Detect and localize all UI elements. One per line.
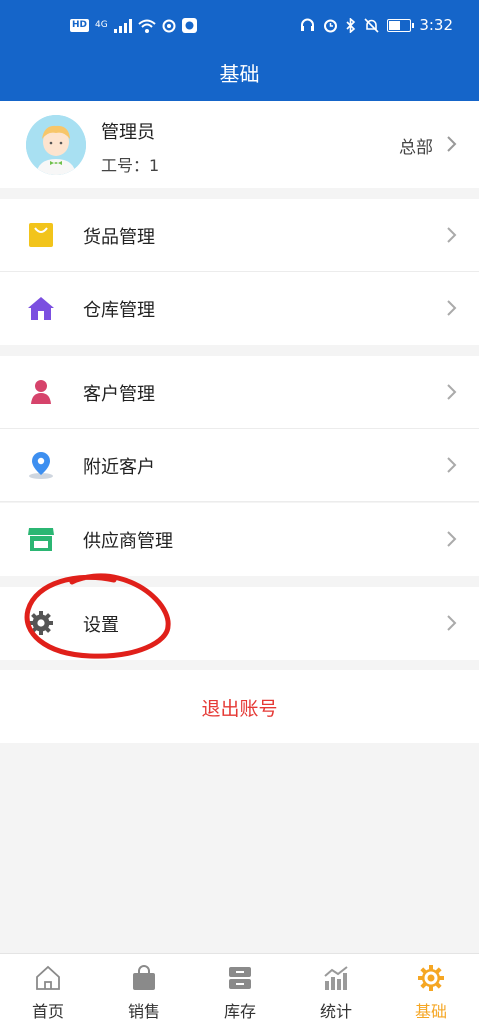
location-pin-icon [29, 452, 53, 479]
chevron-right-icon [447, 457, 457, 473]
chevron-right-icon [447, 531, 457, 547]
tab-statistics[interactable]: 统计 [288, 954, 384, 1025]
profile-name: 管理员 [101, 122, 155, 143]
menu-item-label: 客户管理 [83, 384, 155, 405]
person-icon [31, 380, 51, 404]
app-header: HD 4G 3:32 基础 [0, 0, 479, 101]
chevron-right-icon [447, 615, 457, 631]
wifi-icon [138, 19, 156, 33]
chart-icon [324, 966, 348, 990]
bottom-tab-bar: 首页 销售 库存 统计 基础 [0, 953, 479, 1025]
chevron-right-icon [447, 227, 457, 243]
headphones-icon [301, 18, 315, 31]
tab-label: 统计 [319, 1002, 352, 1021]
avatar [26, 115, 86, 175]
signal-icon [113, 18, 132, 33]
tab-label: 基础 [414, 1002, 447, 1021]
menu-item-label: 供应商管理 [83, 531, 173, 552]
menu-item-goods[interactable]: 货品管理 [0, 199, 479, 272]
menu-item-label: 仓库管理 [83, 300, 155, 321]
home-icon [36, 965, 60, 990]
tab-sales[interactable]: 销售 [96, 954, 192, 1025]
tab-home[interactable]: 首页 [0, 954, 96, 1025]
page-title: 基础 [219, 62, 260, 86]
menu-item-label: 货品管理 [83, 227, 155, 248]
clock: 3:32 [419, 16, 453, 34]
inventory-icon [229, 967, 251, 989]
network-type: 4G [95, 20, 108, 30]
battery-icon [387, 18, 415, 32]
mute-icon [364, 17, 379, 33]
tab-label: 销售 [127, 1002, 160, 1021]
logout-label: 退出账号 [201, 698, 278, 720]
app-notification-icon [181, 18, 197, 33]
alarm-icon [324, 19, 338, 32]
annotation-circle [24, 573, 171, 659]
tab-label: 库存 [223, 1002, 256, 1021]
shopping-bag-icon [29, 223, 53, 247]
menu-item-label: 附近客户 [83, 457, 155, 478]
tab-basics[interactable]: 基础 [383, 954, 479, 1025]
menu-item-customers[interactable]: 客户管理 [0, 356, 479, 429]
hd-indicator: HD [70, 19, 90, 32]
storefront-icon [28, 528, 54, 551]
tab-label: 首页 [31, 1002, 64, 1021]
menu-item-nearby-customers[interactable]: 附近客户 [0, 429, 479, 502]
tab-inventory[interactable]: 库存 [192, 954, 288, 1025]
house-icon [28, 297, 54, 320]
hotspot-icon [162, 19, 176, 32]
status-bar: HD 4G 3:32 [0, 10, 479, 44]
chevron-right-icon [447, 384, 457, 400]
gear-icon [418, 965, 444, 991]
chevron-right-icon [447, 136, 457, 152]
employee-id: 工号：1 [101, 156, 160, 175]
logout-button[interactable]: 退出账号 [0, 670, 479, 743]
branch-label: 总部 [399, 138, 433, 158]
divider [0, 501, 479, 502]
bluetooth-icon [346, 17, 356, 33]
menu-item-suppliers[interactable]: 供应商管理 [0, 503, 479, 576]
bag-icon [133, 965, 155, 990]
chevron-right-icon [447, 300, 457, 316]
menu-item-warehouse[interactable]: 仓库管理 [0, 272, 479, 345]
